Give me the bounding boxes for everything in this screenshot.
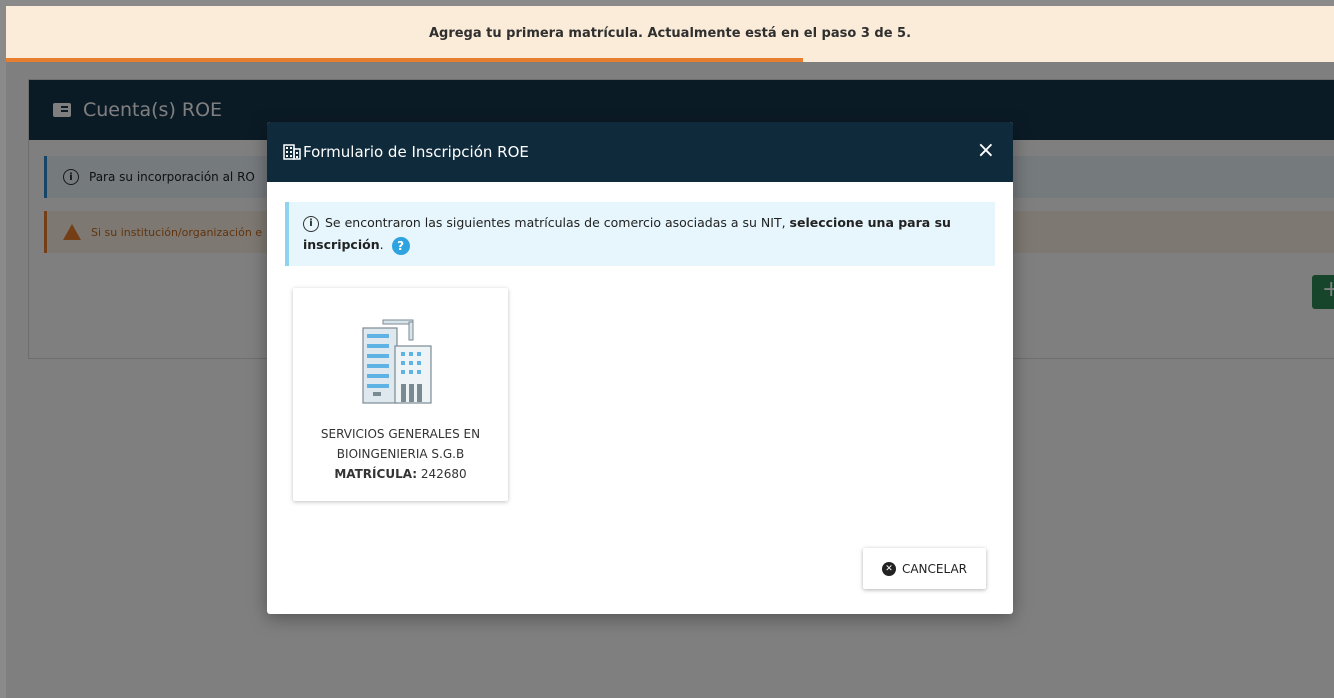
progress-banner-text: Agrega tu primera matrícula. Actualmente… (428, 26, 912, 41)
window-left-frame (0, 6, 6, 698)
help-icon[interactable]: ? (391, 236, 410, 255)
cancel-circle-icon: ✕ (881, 561, 896, 576)
alert-text: Se encontraron las siguientes matrículas… (325, 215, 790, 230)
company-info: SERVICIOS GENERALES EN BIOINGENIERIA S.G… (293, 424, 508, 484)
progress-banner: Agrega tu primera matrícula. Actualmente… (6, 6, 1334, 62)
building-icon (283, 144, 301, 160)
matricula-value: 242680 (420, 467, 467, 481)
matricula-label: MATRÍCULA: (334, 467, 418, 481)
info-icon: i (303, 215, 319, 232)
inscription-modal: Formulario de Inscripción ROE × i Se enco… (267, 122, 1013, 614)
cancel-button-label: CANCELAR (901, 561, 968, 576)
cancel-button[interactable]: ✕ CANCELAR (863, 548, 986, 589)
alert-text-end: . (379, 237, 384, 252)
building-illustration-icon (362, 319, 432, 404)
company-name: SERVICIOS GENERALES EN BIOINGENIERIA S.G… (320, 427, 481, 461)
modal-header: Formulario de Inscripción ROE × (267, 122, 1013, 182)
company-matricula: MATRÍCULA: 242680 (313, 464, 488, 484)
close-icon[interactable]: × (977, 140, 995, 162)
modal-title: Formulario de Inscripción ROE (303, 143, 529, 161)
matricula-info-alert: i Se encontraron las siguientes matrícula… (285, 202, 995, 266)
company-card[interactable]: SERVICIOS GENERALES EN BIOINGENIERIA S.G… (293, 288, 508, 501)
